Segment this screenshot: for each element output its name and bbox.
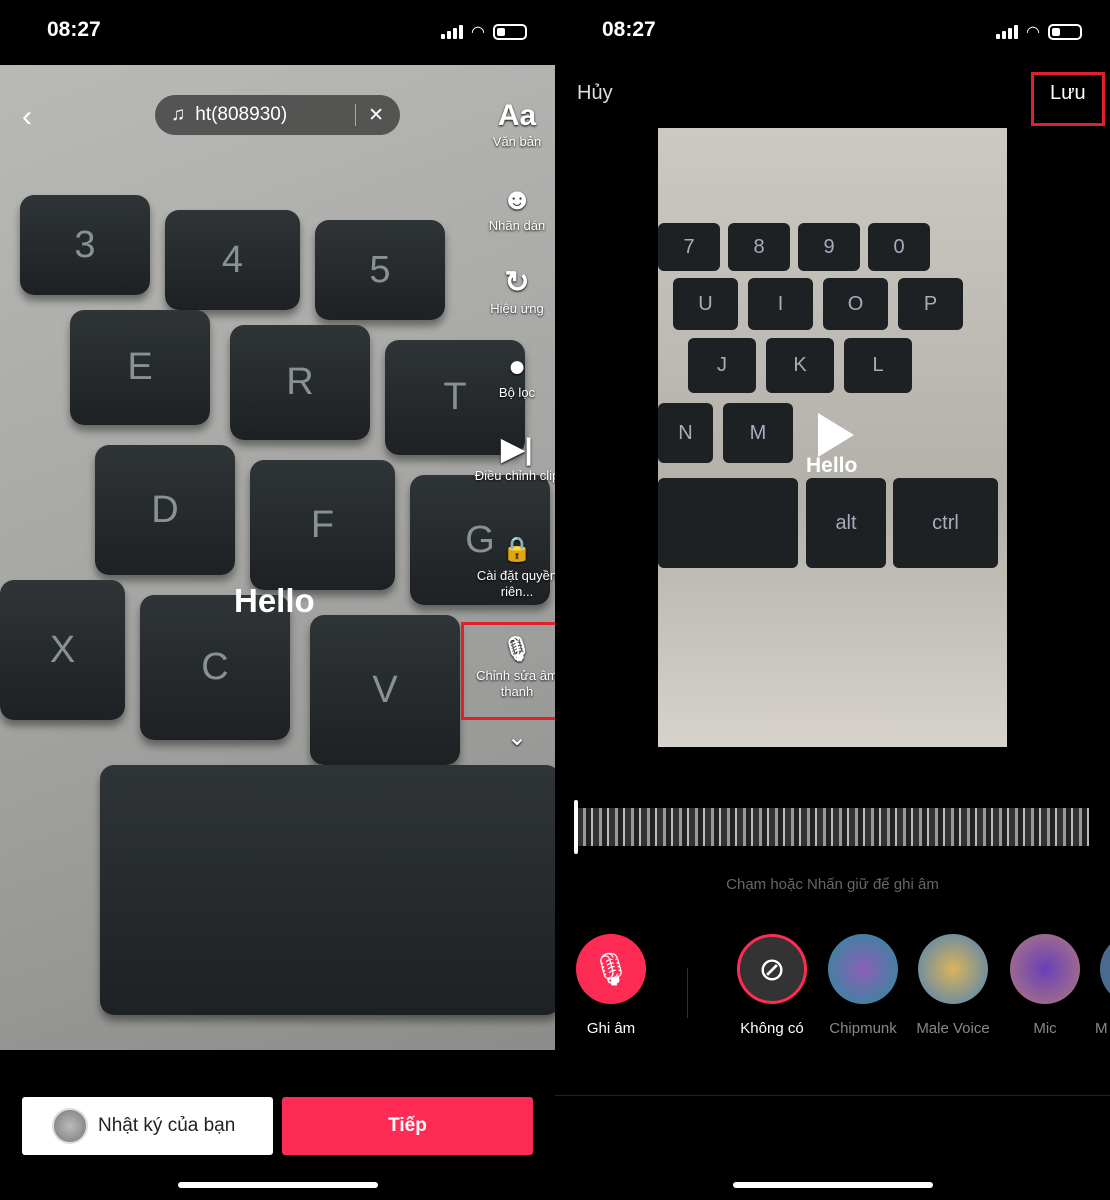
key: alt bbox=[806, 478, 886, 568]
key: N bbox=[658, 403, 713, 463]
right-screen: 08:27 ◠ Hủy Lưu 7 8 9 0 U I O P J K L N … bbox=[555, 0, 1110, 1200]
key: I bbox=[748, 278, 813, 330]
key: P bbox=[898, 278, 963, 330]
divider bbox=[555, 1095, 1110, 1096]
music-note-icon: ♫ bbox=[171, 104, 186, 125]
effect-more[interactable]: M bbox=[1090, 934, 1110, 1037]
music-title: ht(808930) bbox=[195, 104, 288, 125]
key: X bbox=[0, 580, 125, 720]
wifi-icon: ◠ bbox=[1026, 24, 1040, 41]
chipmunk-icon bbox=[828, 934, 898, 1004]
key: D bbox=[95, 445, 235, 575]
status-bar: 08:27 ◠ bbox=[0, 0, 555, 60]
key: 8 bbox=[728, 223, 790, 271]
tool-sticker[interactable]: ☻ Nhãn dán bbox=[470, 182, 564, 234]
home-indicator bbox=[178, 1182, 378, 1188]
record-hint: Chạm hoặc Nhấn giữ để ghi âm bbox=[726, 876, 939, 893]
key: O bbox=[823, 278, 888, 330]
tool-effects[interactable]: ↻ Hiệu ứng bbox=[470, 265, 564, 317]
male-voice-icon bbox=[918, 934, 988, 1004]
sticker-icon: ☻ bbox=[501, 183, 533, 216]
key: V bbox=[310, 615, 460, 765]
key: 0 bbox=[868, 223, 930, 271]
adjust-clip-icon: ▶| bbox=[501, 433, 533, 466]
timeline-cursor[interactable] bbox=[574, 800, 578, 854]
status-time: 08:27 bbox=[602, 18, 656, 41]
spacebar bbox=[100, 765, 555, 1015]
effects-icon: ↻ bbox=[504, 266, 530, 299]
play-icon[interactable] bbox=[818, 413, 854, 457]
diary-button[interactable]: Nhật ký của bạn bbox=[22, 1097, 273, 1155]
effect-icon bbox=[1100, 934, 1110, 1004]
key: E bbox=[70, 310, 210, 425]
key: K bbox=[766, 338, 834, 393]
battery-icon bbox=[493, 24, 527, 40]
key: 4 bbox=[165, 210, 300, 310]
left-screen: 08:27 ◠ 3 4 5 E R T D F G X C V ‹ ♫ ht(8… bbox=[0, 0, 559, 1200]
tool-privacy[interactable]: 🔒 Cài đặt quyền riên... bbox=[470, 532, 564, 600]
effect-none[interactable]: ⊘ Không có bbox=[727, 934, 817, 1037]
key: 7 bbox=[658, 223, 720, 271]
effect-male-voice[interactable]: Male Voice bbox=[908, 934, 998, 1037]
filters-icon: ● bbox=[507, 350, 527, 383]
effect-chipmunk[interactable]: Chipmunk bbox=[818, 934, 908, 1037]
tool-filters[interactable]: ● Bộ lọc bbox=[470, 349, 564, 401]
key: ctrl bbox=[893, 478, 998, 568]
signal-icon bbox=[441, 25, 464, 39]
signal-icon bbox=[996, 25, 1019, 39]
home-indicator bbox=[733, 1182, 933, 1188]
tool-text[interactable]: Aa Văn bản bbox=[470, 98, 564, 150]
record-button[interactable]: 🎙 Ghi âm bbox=[566, 934, 656, 1037]
mic-effect-icon bbox=[1010, 934, 1080, 1004]
video-preview[interactable]: 7 8 9 0 U I O P J K L N M alt ctrl Hello bbox=[658, 128, 1007, 747]
no-effect-icon: ⊘ bbox=[737, 934, 807, 1004]
spacebar bbox=[658, 478, 798, 568]
status-bar: 08:27 ◠ bbox=[555, 0, 1110, 60]
divider bbox=[687, 968, 688, 1018]
microphone-icon: 🎙 bbox=[576, 934, 646, 1004]
text-overlay: Hello bbox=[806, 454, 858, 477]
key: M bbox=[723, 403, 793, 463]
next-button[interactable]: Tiếp bbox=[282, 1097, 533, 1155]
key: 5 bbox=[315, 220, 445, 320]
more-tools-button[interactable]: ⌄ bbox=[470, 726, 564, 750]
timeline-strip[interactable] bbox=[577, 808, 1089, 846]
remove-music-icon[interactable]: ✕ bbox=[368, 104, 384, 127]
cancel-button[interactable]: Hủy bbox=[577, 82, 613, 105]
highlight-box bbox=[1031, 72, 1105, 126]
avatar bbox=[52, 1108, 88, 1144]
lock-icon: 🔒 bbox=[502, 536, 532, 563]
key: L bbox=[844, 338, 912, 393]
wifi-icon: ◠ bbox=[471, 24, 485, 41]
music-selector[interactable]: ♫ ht(808930) ✕ bbox=[155, 95, 400, 135]
text-icon: Aa bbox=[497, 99, 537, 132]
text-overlay[interactable]: Hello bbox=[234, 582, 315, 620]
key: J bbox=[688, 338, 756, 393]
key: 9 bbox=[798, 223, 860, 271]
highlight-box bbox=[461, 622, 559, 720]
key: F bbox=[250, 460, 395, 590]
tool-adjust-clip[interactable]: ▶| Điều chỉnh clip bbox=[470, 432, 564, 484]
back-button[interactable]: ‹ bbox=[22, 100, 32, 134]
status-time: 08:27 bbox=[47, 18, 101, 41]
key: 3 bbox=[20, 195, 150, 295]
key: U bbox=[673, 278, 738, 330]
key: R bbox=[230, 325, 370, 440]
effect-mic[interactable]: Mic bbox=[1000, 934, 1090, 1037]
battery-icon bbox=[1048, 24, 1082, 40]
